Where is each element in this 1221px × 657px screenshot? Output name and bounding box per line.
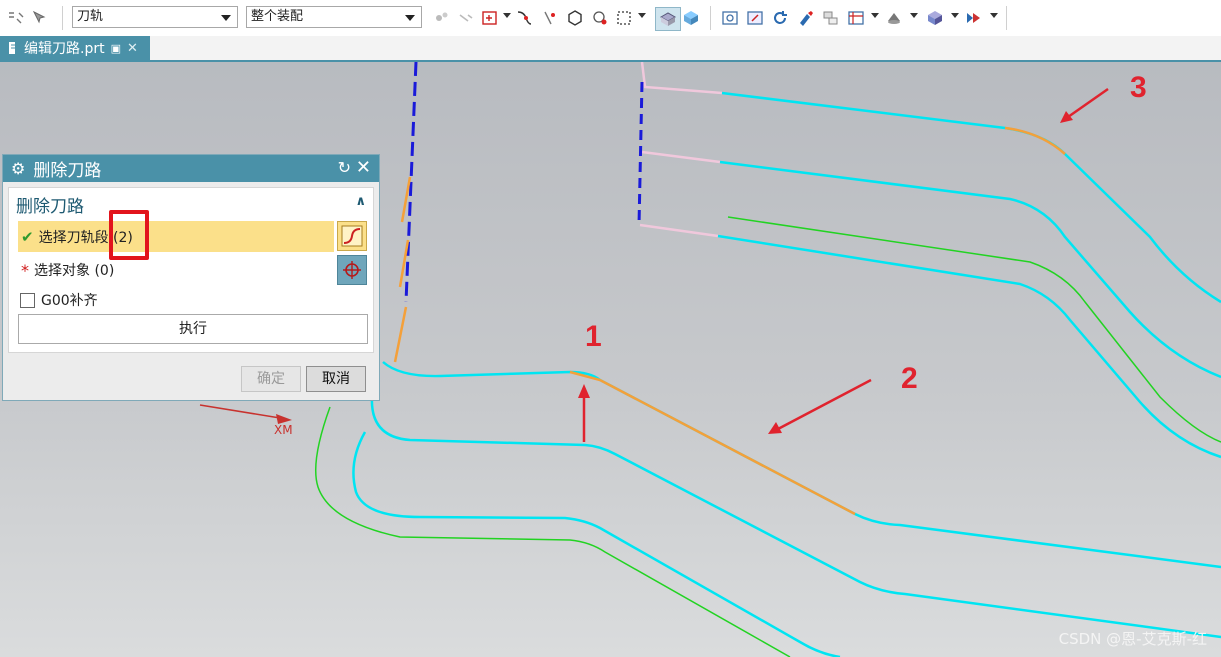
tab-document[interactable]: 编辑刀路.prt ▣ ✕ bbox=[0, 36, 150, 60]
region-select-icon[interactable] bbox=[614, 8, 634, 28]
execute-button[interactable]: 执行 bbox=[18, 314, 368, 344]
close-icon[interactable]: ✕ bbox=[127, 41, 138, 56]
cyan-path-upper-2 bbox=[719, 160, 1221, 379]
layer-icon[interactable] bbox=[821, 8, 841, 28]
shaded-view-icon[interactable] bbox=[655, 7, 681, 31]
toolpath-filter-value: 刀轨 bbox=[77, 9, 104, 24]
cube-icon[interactable] bbox=[925, 8, 945, 28]
chevron-down-icon bbox=[221, 15, 231, 21]
annotation-label-1: 1 bbox=[585, 320, 602, 353]
annotation-arrowhead-1 bbox=[578, 384, 590, 398]
pan-icon[interactable] bbox=[796, 8, 816, 28]
cancel-button[interactable]: 取消 bbox=[306, 366, 366, 392]
ok-button[interactable]: 确定 bbox=[241, 366, 301, 392]
filter-icon[interactable] bbox=[6, 8, 26, 28]
toolbar-separator bbox=[1006, 6, 1007, 30]
snap-arrow-icon[interactable] bbox=[456, 8, 476, 28]
snap-box-icon[interactable] bbox=[480, 8, 500, 28]
chevron-up-icon[interactable]: ∧ bbox=[355, 194, 366, 209]
annotation-label-3: 3 bbox=[1130, 71, 1147, 104]
xm-axis-line bbox=[199, 404, 281, 419]
xm-axis-label: XM bbox=[274, 423, 293, 437]
select-object-row[interactable]: * 选择对象 (0) bbox=[18, 256, 114, 284]
chevron-down-icon[interactable] bbox=[503, 13, 511, 18]
chevron-down-icon[interactable] bbox=[871, 13, 879, 18]
cyan-path-upper-1 bbox=[721, 91, 1221, 304]
pink-connector-2 bbox=[641, 150, 721, 164]
cyan-path-lower-1 bbox=[382, 361, 1221, 569]
g00-checkbox-label: G00补齐 bbox=[41, 293, 98, 309]
toolbar: 刀轨 整个装配 bbox=[0, 0, 1221, 37]
grid-icon[interactable] bbox=[846, 8, 866, 28]
cyan-path-lower-3 bbox=[352, 431, 841, 657]
required-asterisk-icon: * bbox=[21, 260, 29, 280]
chevron-down-icon[interactable] bbox=[638, 13, 646, 18]
assembly-scope-value: 整个装配 bbox=[251, 9, 304, 24]
select-object-button[interactable] bbox=[337, 255, 367, 285]
annotation-arrowhead-3 bbox=[1060, 111, 1073, 123]
select-curve-button[interactable] bbox=[337, 221, 367, 251]
dialog-title: 删除刀路 bbox=[33, 161, 102, 181]
part-file-icon bbox=[9, 42, 15, 54]
blue-plunge-line bbox=[637, 81, 644, 226]
g00-fill-row[interactable]: G00补齐 bbox=[18, 286, 98, 314]
annotation-arrow-3 bbox=[1067, 87, 1109, 119]
crosshair-icon bbox=[343, 261, 361, 279]
chevron-down-icon bbox=[405, 15, 415, 21]
toolbar-separator bbox=[62, 6, 63, 30]
hexagon-icon[interactable] bbox=[565, 8, 585, 28]
toolbar-separator bbox=[710, 6, 711, 30]
watermark: CSDN @恩-艾克斯-红 bbox=[1058, 630, 1207, 648]
g00-checkbox[interactable] bbox=[20, 292, 35, 308]
chevron-down-icon[interactable] bbox=[910, 13, 918, 18]
group-title: 删除刀路 bbox=[16, 197, 84, 217]
pink-connector-1 bbox=[640, 62, 723, 95]
solid-view-icon[interactable] bbox=[681, 8, 701, 28]
point-on-curve-icon[interactable] bbox=[540, 8, 560, 28]
select-toolpath-segment-row[interactable]: ✔ 选择刀轨段 (2) bbox=[18, 221, 334, 252]
toolpath-filter-combo[interactable]: 刀轨 bbox=[72, 6, 238, 28]
chevron-down-icon[interactable] bbox=[951, 13, 959, 18]
curve-icon bbox=[341, 225, 363, 247]
select-object-label: 选择对象 (0) bbox=[34, 263, 115, 279]
orange-segment-1-2 bbox=[569, 370, 856, 516]
curve-icon[interactable] bbox=[514, 8, 534, 28]
chevron-down-icon[interactable] bbox=[990, 13, 998, 18]
snap-point-icon[interactable] bbox=[432, 8, 452, 28]
reset-icon[interactable]: ↻ bbox=[338, 158, 351, 177]
fit-view-icon[interactable] bbox=[720, 8, 740, 28]
document-tab-bar: 编辑刀路.prt ▣ ✕ bbox=[0, 36, 1221, 62]
close-icon[interactable]: ✕ bbox=[356, 157, 371, 178]
gear-icon: ⚙ bbox=[11, 159, 26, 178]
lighting-icon[interactable] bbox=[884, 8, 904, 28]
blue-axis-line bbox=[404, 62, 418, 303]
annotation-label-2: 2 bbox=[901, 362, 918, 395]
cyan-path-upper-3 bbox=[717, 234, 1221, 459]
assembly-scope-combo[interactable]: 整个装配 bbox=[246, 6, 422, 28]
render-icon[interactable] bbox=[964, 8, 984, 28]
rotate-icon[interactable] bbox=[770, 8, 790, 28]
orange-segment-3 bbox=[1004, 126, 1066, 155]
pin-icon[interactable]: ▣ bbox=[111, 42, 121, 55]
dialog-group: 删除刀路 ∧ ✔ 选择刀轨段 (2) * 选择对象 (0) G00补齐 执行 bbox=[8, 187, 374, 353]
checkmark-icon: ✔ bbox=[21, 227, 34, 246]
select-icon[interactable] bbox=[30, 8, 50, 28]
annotation-arrow-2 bbox=[777, 378, 872, 431]
pink-connector-3 bbox=[639, 223, 719, 238]
tab-document-label: 编辑刀路.prt bbox=[24, 41, 105, 57]
highlight-box bbox=[109, 210, 149, 260]
delete-toolpath-dialog: ⚙ 删除刀路 ↻ ✕ 删除刀路 ∧ ✔ 选择刀轨段 (2) * 选择对象 (0) bbox=[2, 154, 380, 401]
node-select-icon[interactable] bbox=[590, 8, 610, 28]
zoom-icon[interactable] bbox=[745, 8, 765, 28]
dialog-title-bar[interactable]: ⚙ 删除刀路 ↻ ✕ bbox=[3, 155, 379, 182]
